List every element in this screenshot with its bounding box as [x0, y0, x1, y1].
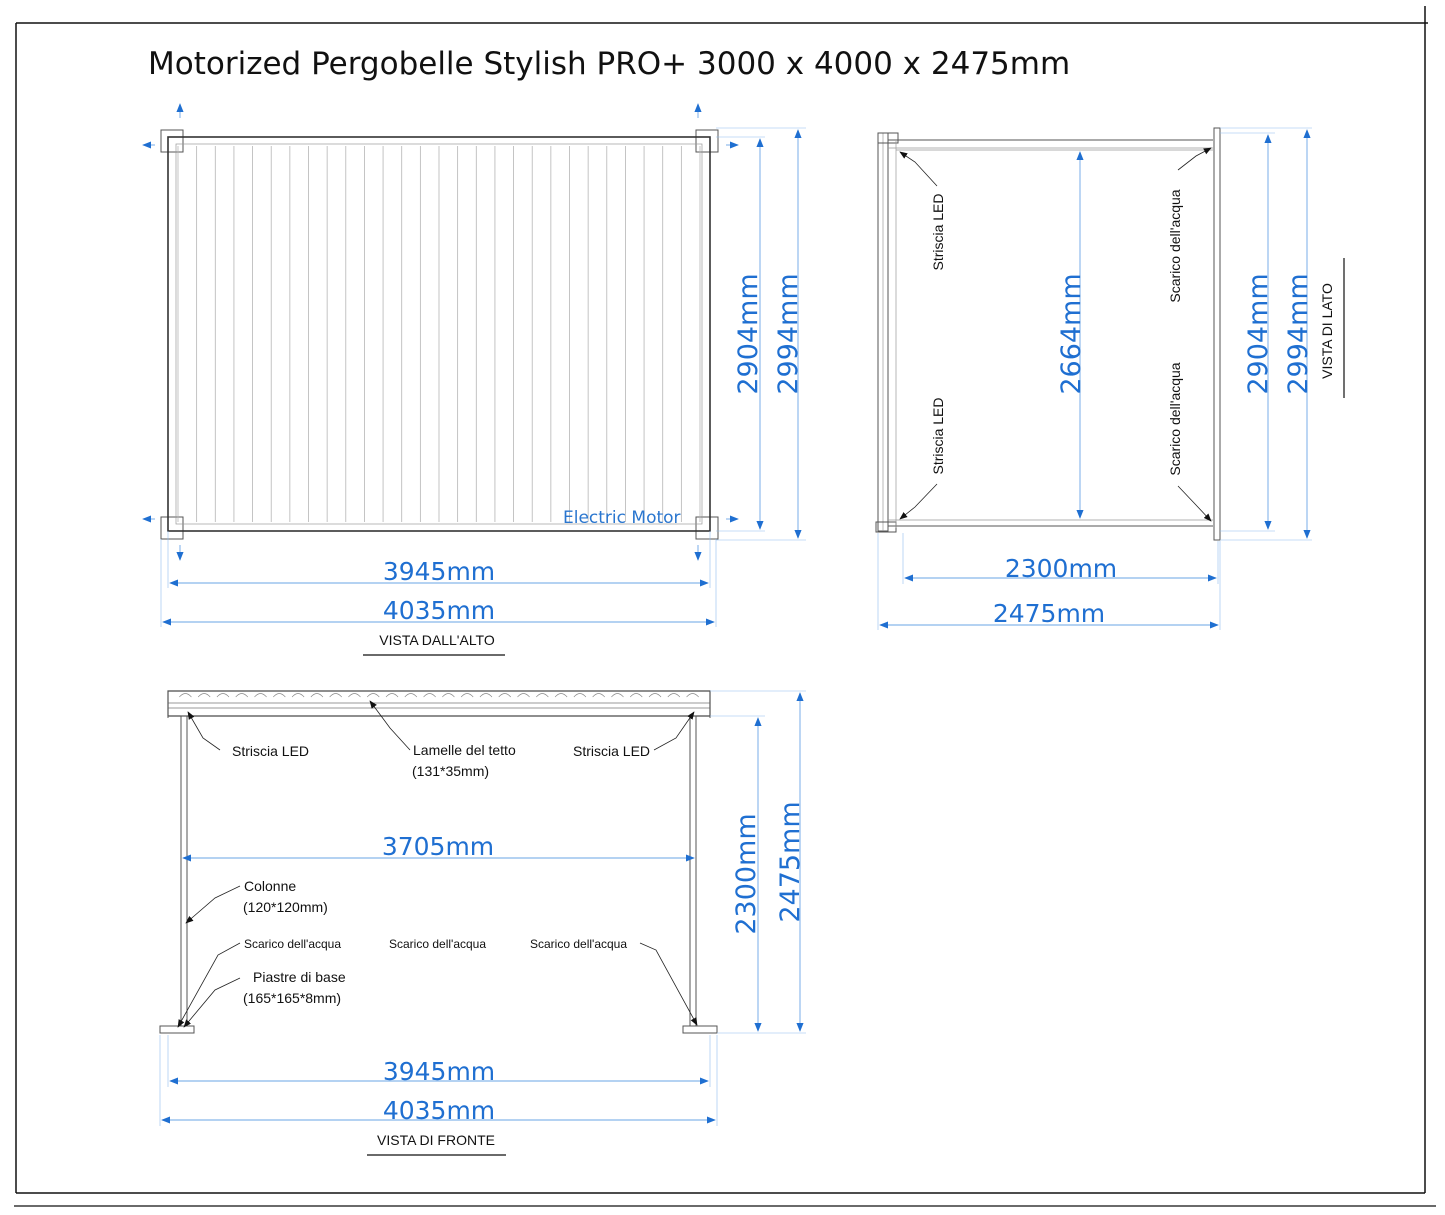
louver-profile: [404, 693, 418, 698]
top-view-inner-depth: 2904mm: [733, 273, 764, 394]
louver-profile: [254, 693, 267, 698]
front-view-louvers: [179, 693, 699, 698]
louver-profile: [498, 693, 512, 698]
drawing-title: Motorized Pergobelle Stylish PRO+ 3000 x…: [148, 46, 1070, 82]
louver-profile: [385, 693, 399, 698]
front-view-total-height: 2475mm: [775, 801, 806, 922]
louver-profile: [216, 693, 230, 698]
louver-profile: [235, 693, 249, 698]
front-drain-center-note: Scarico dell'acqua: [389, 937, 486, 951]
front-drain-left-note: Scarico dell'acqua: [244, 937, 341, 951]
side-view-inner-height: 2664mm: [1056, 273, 1087, 394]
side-view-outer-depth: 2994mm: [1283, 273, 1314, 394]
front-view-inner-width: 3945mm: [383, 1057, 495, 1086]
louver-profile: [554, 693, 568, 698]
louver-profile: [536, 693, 549, 698]
top-view-outer-depth: 2994mm: [773, 273, 804, 394]
louver-profile: [291, 693, 305, 698]
louver-profile: [310, 693, 324, 698]
louver-profile: [442, 693, 455, 698]
louver-profile: [460, 693, 474, 698]
front-view-clear-width: 3705mm: [382, 832, 494, 861]
louver-profile: [329, 693, 342, 698]
front-view-roof: [167, 690, 711, 717]
front-view-clear-height: 2300mm: [731, 813, 762, 934]
drawing-sheet: Motorized Pergobelle Stylish PRO+ 3000 x…: [14, 6, 1436, 1207]
louver-profile: [366, 693, 380, 698]
front-view-label-block: VISTA DI FRONTE: [367, 1132, 506, 1156]
louver-profile: [348, 693, 361, 698]
louver-profile: [573, 693, 587, 698]
side-view-post-left: [875, 132, 899, 533]
side-view: Striscia LED Striscia LED Scarico dell'a…: [875, 127, 1345, 630]
electric-motor-label: Electric Motor: [563, 508, 681, 528]
top-view-label-block: VISTA DALL'ALTO: [363, 632, 505, 656]
front-led-left-note: Striscia LED: [232, 743, 309, 759]
sheet-border: [14, 6, 1436, 1207]
top-view-louvers: [177, 146, 701, 522]
louver-profile: [479, 693, 493, 698]
front-base-plates-note: Piastre di base: [253, 969, 346, 985]
louver-profile: [423, 693, 436, 698]
top-view-corner-posts: [160, 129, 719, 540]
top-view-outer-width: 4035mm: [383, 596, 495, 625]
front-base-plates-size-note: (165*165*8mm): [243, 990, 341, 1006]
side-view-label-block: VISTA DI LATO: [1319, 258, 1345, 398]
louver-profile: [273, 693, 286, 698]
front-led-right-note: Striscia LED: [573, 743, 650, 759]
front-view: Striscia LED Lamelle del tetto (131*35mm…: [159, 690, 806, 1156]
top-view-corner-arrows: [142, 103, 739, 561]
top-view-inner-width: 3945mm: [383, 557, 495, 586]
top-view-label: VISTA DALL'ALTO: [379, 632, 495, 648]
louver-profile: [517, 693, 530, 698]
side-view-outer-width: 2475mm: [993, 599, 1105, 628]
front-view-label: VISTA DI FRONTE: [377, 1132, 495, 1148]
louver-profile: [629, 693, 643, 698]
front-columns-note: Colonne: [244, 878, 296, 894]
top-view: Electric Motor 3945mm 4035mm 2904mm 2994…: [142, 103, 806, 656]
louver-profile: [648, 693, 662, 698]
side-led-top-note: Striscia LED: [930, 193, 946, 270]
front-columns-size-note: (120*120mm): [243, 899, 328, 915]
louver-profile: [179, 693, 192, 698]
front-view-base-plates: [159, 1025, 718, 1034]
louver-profile: [667, 693, 681, 698]
front-louvers-note: Lamelle del tetto: [413, 742, 516, 758]
louver-profile: [686, 693, 699, 698]
side-drain-bottom-note: Scarico dell'acqua: [1167, 362, 1183, 475]
side-view-inner-width: 2300mm: [1005, 554, 1117, 583]
side-view-frame-depth: 2904mm: [1243, 273, 1274, 394]
front-louvers-size-note: (131*35mm): [412, 763, 489, 779]
side-view-label: VISTA DI LATO: [1319, 283, 1335, 379]
front-drain-right-note: Scarico dell'acqua: [530, 937, 627, 951]
louver-profile: [197, 693, 211, 698]
louver-profile: [611, 693, 624, 698]
side-view-post-right: [1213, 127, 1221, 541]
front-view-outer-width: 4035mm: [383, 1096, 495, 1125]
louver-profile: [592, 693, 605, 698]
side-led-bottom-note: Striscia LED: [930, 397, 946, 474]
side-drain-top-note: Scarico dell'acqua: [1167, 189, 1183, 302]
